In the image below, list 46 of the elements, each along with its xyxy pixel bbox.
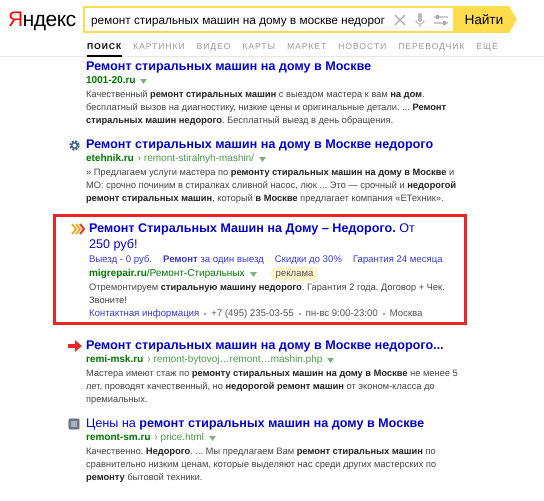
nav-tab[interactable]: КАРТИНКИ [133, 41, 186, 56]
microphone-icon[interactable] [414, 12, 425, 28]
result-path-link[interactable]: › remont-stiralnyh-mashin/ [138, 152, 254, 166]
result-path-link[interactable]: › price.html [154, 431, 204, 445]
result-title-link[interactable]: Ремонт Стиральных Машин на Дому – Недорого. От 250 руб! [89, 220, 429, 252]
contact-detail: пн-вс 9:00-23:00 [306, 307, 378, 321]
contact-detail: Москва [390, 307, 422, 321]
gear-icon [68, 139, 81, 152]
caret-icon[interactable] [208, 436, 216, 440]
nav-tab[interactable]: ПОИСК [87, 41, 122, 57]
result-path-link[interactable]: › remont-bytovoj…remont…mashin.php [147, 353, 322, 367]
caret-icon[interactable] [258, 156, 266, 162]
result-domain-link[interactable]: remont-sm.ru [86, 431, 150, 445]
sitelink[interactable]: Гарантия 24 месяца [352, 252, 443, 267]
result-snippet: » Предлагаем услуги мастера по ремонту стиральных машин на дому в Москве и МО: срочно починим в стиралках сливной насос, люк ... Это — срочный и недорогой ремонт стиральных машин, который в Москве предлагает компания «ЕТехник». [86, 166, 458, 205]
search-field[interactable]: ремонт стиральных машин на дому в москве недорог [83, 6, 453, 33]
sitelink[interactable]: Выезд - 0 руб. [89, 252, 152, 267]
result-domain-link[interactable]: etehnik.ru [86, 152, 134, 166]
sitelink[interactable]: Скидки до 30% [274, 252, 342, 267]
result-title-link[interactable]: Ремонт стиральных машин на дому в Москве недорого [86, 136, 461, 152]
ad-label: реклама [270, 267, 318, 281]
caret-icon[interactable] [327, 358, 334, 362]
result-snippet: Качественно. Недорого. ... Мы предлагаем Вам ремонт стиральных машин по сравнительно низким ценам, которые выделяют нас среди других мастерских по ремонту бытовой техники. [86, 445, 438, 484]
yandex-logo[interactable]: Яндекс [8, 8, 83, 32]
result-title-link[interactable]: Ремонт стиральных машин на дому в Москве недорого... [86, 337, 461, 353]
arrow-icon [68, 340, 82, 352]
caret-icon[interactable] [250, 272, 257, 276]
result-snippet: Мастера имеют стаж по ремонту стиральных машин на дому в Москве не менее 5 лет, проводят качественный, но недорогой ремонт машин от эконом-класса до премиальных. [86, 367, 459, 406]
sitelink[interactable]: Ремонт за один выезд [163, 252, 264, 267]
search-button[interactable]: Найти [452, 6, 517, 33]
sliders-icon[interactable] [432, 12, 449, 26]
caret-icon[interactable] [140, 78, 148, 84]
contact-detail: +7 (495) 235-03-55 [211, 307, 294, 321]
result-domain-link[interactable]: 1001-20.ru [86, 74, 136, 88]
result-url-link[interactable]: migrepair.ru/Ремонт-Стиральных [89, 267, 245, 281]
result-title-link[interactable]: Цены на ремонт стиральных машин на дому в Москве [86, 415, 461, 431]
result-snippet: Отремонтируем стиральную машину недорого. Гарантия 2 года. Договор + Чек. Звоните! [89, 281, 446, 307]
contact-info-link[interactable]: Контактная информация [89, 307, 200, 321]
result-title-link[interactable]: Ремонт стиральных машин на дому в Москве [86, 58, 461, 74]
result-domain-link[interactable]: remi-msk.ru [86, 353, 144, 367]
nav-tab[interactable]: МАРКЕТ [287, 41, 328, 56]
result-snippet: Качественный ремонт стиральных машин с выездом мастера к вам на дом. бесплатный вызов на диагностику, низкие цены и оригинальные детали. ... Ремонт стиральных машин недорого. Бесплатный выезд в день обращения. [86, 88, 448, 127]
chevrons-icon [71, 223, 85, 235]
nav-tab[interactable]: КАРТЫ [242, 41, 276, 56]
square-icon [68, 418, 80, 430]
clear-icon[interactable] [392, 12, 407, 26]
